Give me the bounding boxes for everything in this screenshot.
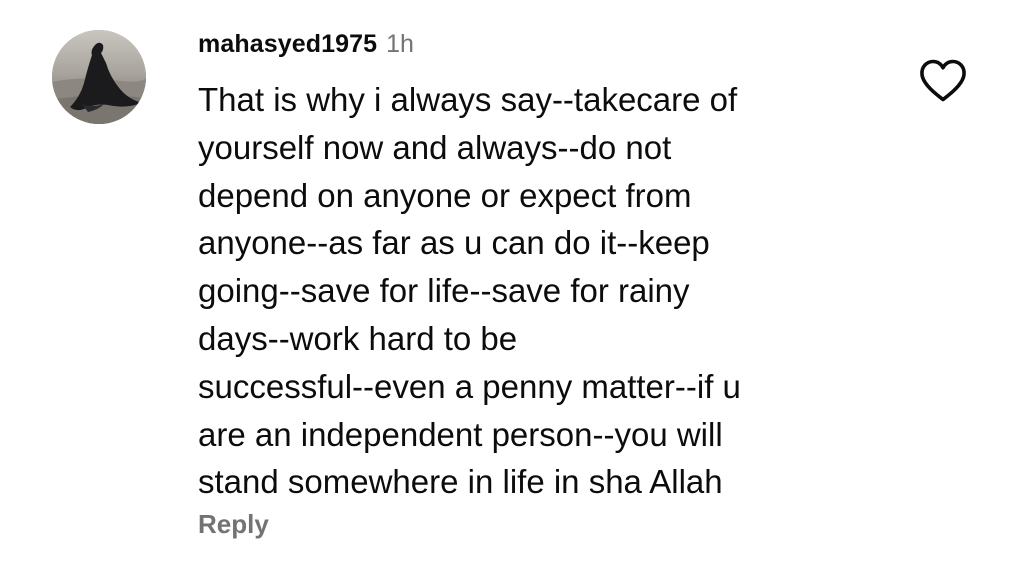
comment-text: That is why i always say--takecare of yo…: [198, 76, 878, 506]
comment-text-line: successful--even a penny matter--if u: [198, 367, 741, 405]
timestamp: 1h: [386, 30, 414, 58]
comment-text-line: are an independent person--you will: [198, 415, 723, 453]
comment-text-line: depend on anyone or expect from: [198, 176, 692, 214]
like-button[interactable]: [918, 58, 968, 104]
heart-outline-icon: [920, 59, 966, 102]
avatar[interactable]: [52, 30, 146, 124]
comment-text-line: stand somewhere in life in sha Allah: [198, 463, 723, 501]
comment-item: mahasyed1975 1h That is why i always say…: [0, 0, 1024, 583]
comment-text-line: anyone--as far as u can do it--keep: [198, 224, 710, 262]
avatar-image: [52, 30, 146, 124]
comment-text-line: That is why i always say--takecare of: [198, 81, 738, 118]
comment-text-line: going--save for life--save for rainy: [198, 272, 690, 310]
comment-text-line: days--work hard to be: [198, 319, 518, 357]
username[interactable]: mahasyed1975: [198, 30, 377, 59]
reply-button[interactable]: Reply: [198, 509, 269, 540]
comment-header: mahasyed1975 1h: [198, 30, 414, 66]
comment-text-line: yourself now and always--do not: [198, 128, 672, 166]
